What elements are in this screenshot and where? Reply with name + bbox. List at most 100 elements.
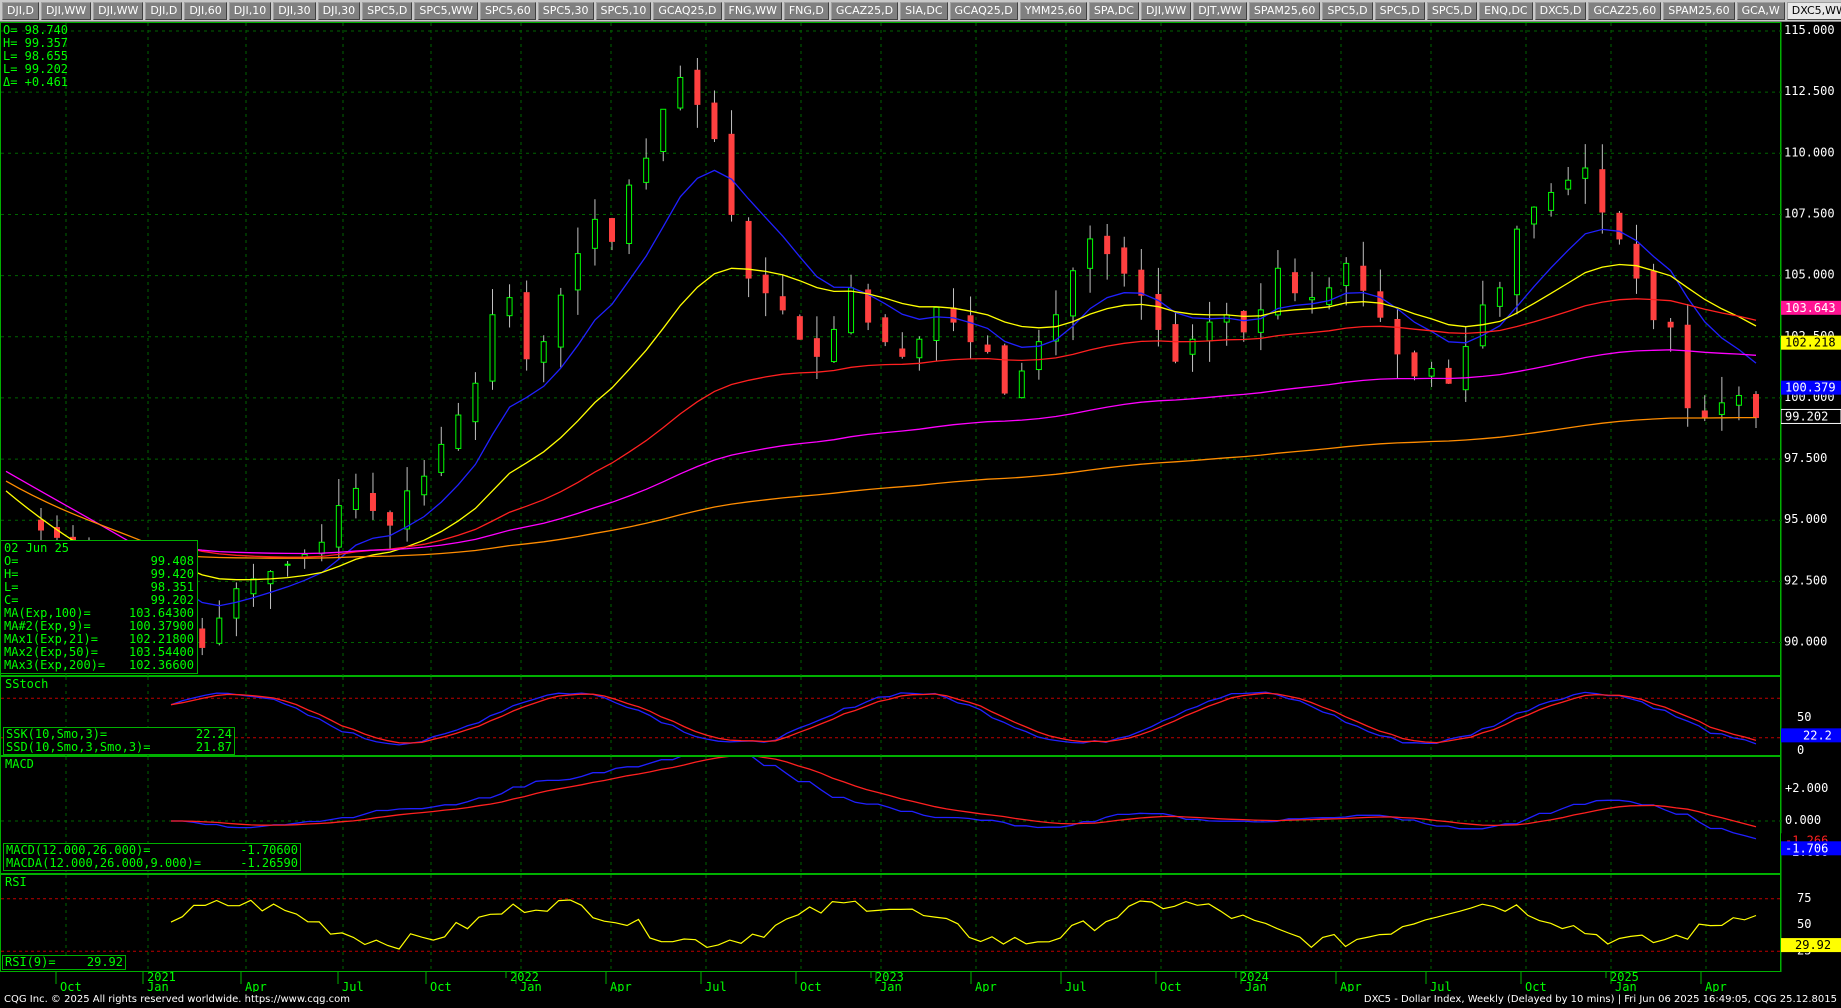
macd-pane[interactable]: MACD MACD(12.000,26.000)= -1.70600 MACDA(… [0, 756, 1782, 875]
candle-body [574, 253, 581, 291]
candle-body [762, 274, 769, 294]
price-tick-label: 112.500 [1784, 84, 1835, 98]
candle-body [1206, 321, 1213, 342]
candle-body [882, 317, 889, 343]
sstoch-pane[interactable]: SStoch SSK(10,Smo,3)= 22.24 SSD(10,Smo,3,… [0, 676, 1782, 757]
tab-16[interactable]: GCAZ25,D [830, 1, 899, 20]
candle-body [216, 617, 223, 644]
tab-14[interactable]: FNG,WW [723, 1, 782, 20]
candle-body [1411, 352, 1418, 377]
price-chart-canvas[interactable] [1, 23, 1782, 677]
candle-body [250, 578, 257, 595]
ssd-value: 21.87 [195, 740, 232, 754]
candle-body [1104, 235, 1111, 255]
ssd-label: SSD(10,Smo,3,Smo,3)= [6, 740, 151, 754]
candle-body [1496, 287, 1503, 307]
macd-signal-line [171, 757, 1757, 828]
time-tick-label: Apr [245, 980, 267, 992]
copyright-text: CQG Inc. © 2025 All rights reserved worl… [4, 994, 351, 1005]
price-chart-pane[interactable] [0, 22, 1782, 677]
tab-23[interactable]: SPAM25,60 [1248, 1, 1321, 20]
tab-17[interactable]: SIA,DC [900, 1, 948, 20]
rsi-pane[interactable]: RSI [0, 874, 1782, 973]
rsi-values: RSI(9)= 29.92 [2, 955, 126, 970]
sstoch-axis: 50 022.2 [1781, 676, 1841, 756]
tab-3[interactable]: DJI,D [145, 1, 183, 20]
tab-8[interactable]: SPC5,D [362, 1, 413, 20]
tab-6[interactable]: DJI,30 [273, 1, 316, 20]
tab-30[interactable]: SPAM25,60 [1663, 1, 1735, 20]
tab-9[interactable]: SPC5,WW [414, 1, 478, 20]
tab-4[interactable]: DJI,60 [184, 1, 227, 20]
macda-label: MACDA(12.000,26.000,9.000)= [6, 856, 202, 870]
tab-5[interactable]: DJI,10 [228, 1, 272, 20]
tab-21[interactable]: DJI,WW [1141, 1, 1192, 20]
candle-body [1343, 262, 1350, 287]
candle-body [506, 297, 513, 317]
price-tick-label: 110.000 [1784, 145, 1835, 159]
rsi-canvas[interactable] [1, 875, 1782, 973]
candle-body [779, 296, 786, 311]
rsi-tick: 50 [1797, 917, 1811, 931]
candle-body [591, 218, 598, 249]
tab-12[interactable]: SPC5,10 [595, 1, 652, 20]
databox-value: 102.36600 [128, 658, 194, 672]
change-readout: Δ= +0.461 [3, 75, 69, 89]
tab-28[interactable]: DXC5,D [1534, 1, 1587, 20]
candle-body [1753, 393, 1759, 418]
macd-title: MACD [5, 757, 34, 771]
tab-1[interactable]: DJI,WW [40, 1, 92, 20]
time-tick-label: Apr [975, 980, 997, 992]
sstoch-tick: 0 [1797, 743, 1804, 756]
candle-body [1718, 402, 1725, 415]
symbol-tab-bar: DJI,D DJI,WW DJI,WW DJI,D DJI,60 DJI,10 DJI,30… [0, 0, 1841, 22]
candle-body [1599, 169, 1606, 213]
time-tick-label: Jul [342, 980, 364, 992]
time-tick-label: Jan [1615, 980, 1637, 992]
time-tick-label: Oct [1525, 980, 1547, 992]
candle-body [421, 475, 428, 496]
candle-body [1240, 310, 1247, 333]
tab-24[interactable]: SPC5,D [1322, 1, 1373, 20]
tab-2[interactable]: DJI,WW [93, 1, 144, 20]
candle-body [369, 493, 376, 511]
tab-7[interactable]: DJI,30 [317, 1, 361, 20]
tab-26[interactable]: SPC5,D [1426, 1, 1478, 20]
tab-22[interactable]: DJT,WW [1193, 1, 1247, 20]
price-tick-label: 107.500 [1784, 206, 1835, 220]
candle-body [643, 157, 650, 183]
candle-body [557, 294, 564, 348]
status-footer: CQG Inc. © 2025 All rights reserved worl… [0, 993, 1841, 1008]
tab-13[interactable]: GCAQ25,D [653, 1, 722, 20]
candle-body [387, 512, 394, 526]
sstoch-canvas[interactable] [1, 677, 1782, 757]
candle-body [1052, 314, 1059, 342]
tab-0[interactable]: DJI,D [2, 1, 39, 20]
tab-31[interactable]: GCA,W [1736, 1, 1785, 20]
tab-20[interactable]: SPA,DC [1088, 1, 1139, 20]
tab-25[interactable]: SPC5,D [1374, 1, 1425, 20]
candle-body [1462, 346, 1469, 391]
tab-15[interactable]: FNG,D [783, 1, 829, 20]
candle-body [1257, 309, 1264, 333]
tab-11[interactable]: SPC5,30 [537, 1, 594, 20]
tab-27[interactable]: ENQ,DC [1479, 1, 1533, 20]
rsi-marker-label: 29.92 [1795, 938, 1831, 952]
time-axis: Oct2021Jan Apr Jul Oct2022Jan Apr Jul Oct2023J… [55, 972, 1727, 992]
macd-tick: +2.000 [1785, 781, 1828, 795]
candle-body [1633, 243, 1640, 279]
price-marker-label: 99.202 [1785, 409, 1828, 423]
tab-19[interactable]: YMM25,60 [1019, 1, 1087, 20]
candle-body [609, 218, 616, 242]
tab-10[interactable]: SPC5,60 [479, 1, 536, 20]
tab-29[interactable]: GCAZ25,60 [1588, 1, 1662, 20]
time-tick-label: Oct [1160, 980, 1182, 992]
candle-body [660, 108, 667, 153]
tab-18[interactable]: GCAQ25,D [949, 1, 1018, 20]
tab-32[interactable]: DXC5,WW [1786, 1, 1841, 20]
candle-body [438, 443, 445, 473]
price-tick-label: 115.000 [1784, 23, 1835, 37]
time-tick-label: Apr [1705, 980, 1727, 992]
candle-body [1018, 370, 1025, 399]
time-tick-label: Apr [1340, 980, 1362, 992]
